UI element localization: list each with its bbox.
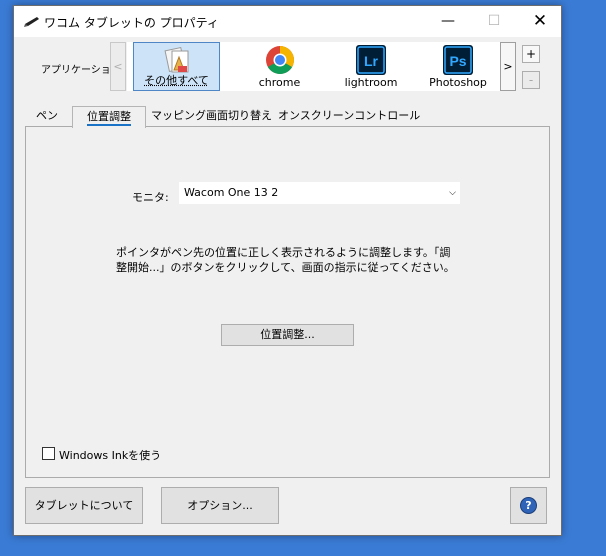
windows-ink-checkbox[interactable]	[42, 447, 55, 460]
tab-calibration[interactable]: 位置調整	[72, 106, 146, 128]
title-bar[interactable]: ワコム タブレットの プロパティ — ☐ ✕	[14, 6, 561, 37]
minimize-button[interactable]: —	[425, 6, 471, 37]
app-label-photoshop: Photoshop	[429, 76, 487, 89]
calibrate-button[interactable]: 位置調整...	[221, 324, 354, 346]
options-button[interactable]: オプション...	[161, 487, 279, 524]
help-button[interactable]: ?	[510, 487, 547, 524]
monitor-select[interactable]: Wacom One 13 2 ⌵	[179, 182, 460, 204]
tablet-properties-window: ワコム タブレットの プロパティ — ☐ ✕ アプリケーション: < その他すべ…	[13, 5, 562, 536]
app-tile-lightroom[interactable]: Lr lightroom	[326, 42, 416, 91]
tab-pen[interactable]: ペン	[35, 106, 59, 128]
add-application-button[interactable]: +	[522, 45, 540, 63]
svg-text:Ps: Ps	[449, 53, 466, 69]
lightroom-icon: Lr	[356, 45, 386, 78]
app-scroll-left-button[interactable]: <	[110, 42, 126, 91]
photoshop-icon: Ps	[443, 45, 473, 78]
app-tile-photoshop[interactable]: Ps Photoshop	[416, 42, 500, 91]
close-button[interactable]: ✕	[517, 6, 563, 37]
calibration-description: ポインタがペン先の位置に正しく表示されるように調整します。「調整開始...」のボ…	[116, 246, 455, 274]
application-list: その他すべて chrome Lr lightroom Ps Photoshop	[127, 42, 500, 91]
monitor-select-value: Wacom One 13 2	[184, 186, 279, 199]
about-tablet-button[interactable]: タブレットについて	[25, 487, 143, 524]
app-label-chrome: chrome	[258, 76, 301, 89]
chevron-down-icon: ⌵	[449, 188, 456, 198]
app-tile-all-others[interactable]: その他すべて	[133, 42, 220, 91]
app-tile-chrome[interactable]: chrome	[233, 42, 326, 91]
app-label-all-others: その他すべて	[144, 74, 209, 87]
windows-ink-label[interactable]: Windows Inkを使う	[59, 447, 161, 463]
help-icon: ?	[520, 497, 537, 514]
tab-onscreen-controls[interactable]: オンスクリーンコントロール	[278, 106, 420, 128]
app-label-lightroom: lightroom	[344, 76, 398, 89]
tab-mapping[interactable]: マッピング画面切り替え	[151, 106, 272, 128]
svg-text:Lr: Lr	[364, 53, 379, 69]
maximize-button[interactable]: ☐	[471, 6, 517, 37]
window-title: ワコム タブレットの プロパティ	[44, 16, 219, 30]
app-scroll-right-button[interactable]: >	[500, 42, 516, 91]
wacom-pen-icon	[24, 15, 40, 27]
tab-bar: ペン 位置調整 マッピング画面切り替え オンスクリーンコントロール	[26, 106, 551, 128]
calibration-panel	[25, 126, 550, 478]
remove-application-button[interactable]: -	[522, 71, 540, 89]
monitor-label: モニタ:	[132, 191, 169, 204]
chrome-icon	[265, 45, 295, 78]
